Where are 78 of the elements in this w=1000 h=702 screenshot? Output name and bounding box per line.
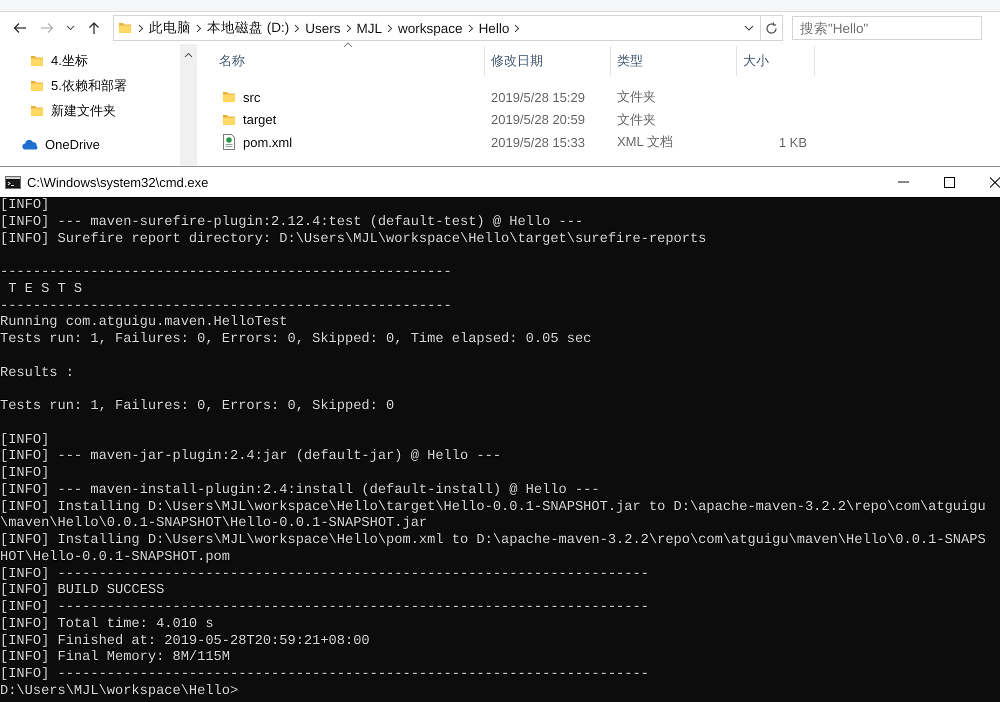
arrow-up-icon	[88, 21, 100, 35]
console-line: D:\Users\MJL\workspace\Hello>	[0, 684, 238, 699]
console-line: [INFO] Total time: 4.010 s	[0, 616, 214, 632]
file-type: 文件夹	[616, 110, 657, 129]
maximize-icon	[944, 176, 954, 188]
nav-item[interactable]: OneDrive	[45, 137, 100, 152]
file-type: XML 文档	[616, 133, 674, 152]
search-field[interactable]: 搜索"Hello"	[792, 16, 982, 40]
console-icon	[5, 176, 21, 188]
console-line: [INFO] Installing D:\Users\MJL\workspace\Hello\pom.xml to D:\apache-maven-3.2.2\repo\com\atguigu\maven\Hello\0.0.1-SNAPS	[0, 533, 986, 548]
column-header[interactable]: 名称	[213, 46, 485, 76]
breadcrumb[interactable]: Hello	[474, 20, 514, 36]
console-line: T E S T S	[7, 282, 82, 297]
console-line: [INFO] Surefire report directory: D:\Users\MJL\workspace\Hello\target\surefire-reports	[0, 232, 706, 246]
file-name[interactable]: pom.xml	[243, 134, 292, 150]
console-line: [INFO] BUILD SUCCESS	[0, 583, 164, 598]
folder-icon	[30, 54, 44, 68]
console-line: [INFO]	[0, 466, 50, 481]
console-line: -------------------------------------------------------	[0, 298, 452, 314]
console-line: [INFO] --- maven-install-plugin:2.4:install (default-install) @ Hello ---	[0, 482, 600, 498]
file-size: 1 KB	[778, 134, 808, 150]
chevron-icon	[346, 24, 352, 32]
breadcrumb[interactable]: 本地磁盘 (D:)	[202, 19, 294, 37]
console-line: [INFO] ------------------------------------------------------------------------	[0, 566, 649, 582]
folder-icon	[222, 112, 236, 127]
close-icon	[990, 176, 1000, 188]
caret-icon	[66, 25, 74, 31]
breadcrumb[interactable]: MJL	[352, 20, 388, 36]
window-title: C:\Windows\system32\cmd.exe	[27, 174, 210, 190]
xml-file-icon	[222, 134, 236, 150]
cloud-icon	[22, 139, 38, 150]
breadcrumb[interactable]: Users	[300, 20, 346, 36]
console-line: [INFO]	[0, 432, 50, 448]
file-name[interactable]: target	[243, 112, 276, 128]
chevron-icon	[138, 24, 144, 32]
console-line: \maven\Hello\0.0.1-SNAPSHOT\Hello-0.0.1-SNAPSHOT.jar	[0, 516, 428, 532]
nav-item[interactable]: 新建文件夹	[51, 102, 116, 120]
chevron-icon	[196, 24, 202, 32]
address-bar[interactable]: 此电脑 本地磁盘 (D:) Users MJL workspace Hello	[113, 15, 783, 41]
console-line: Results :	[0, 366, 74, 380]
console-line: [INFO] --- maven-surefire-plugin:2.12.4:test (default-test) @ Hello ---	[0, 214, 584, 230]
breadcrumb[interactable]: 此电脑	[144, 19, 196, 37]
chevron-icon	[468, 24, 474, 32]
console-line: Running com.atguigu.maven.HelloTest	[0, 315, 288, 330]
file-name[interactable]: src	[243, 90, 260, 105]
console-line: [INFO] Final Memory: 8M/115M	[0, 650, 230, 666]
arrow-right-icon	[40, 22, 54, 34]
console-line: [INFO] --- maven-jar-plugin:2.4:jar (default-jar) @ Hello ---	[0, 449, 502, 464]
console-line: Tests run: 1, Failures: 0, Errors: 0, Skipped: 0	[0, 399, 394, 414]
console-line: Tests run: 1, Failures: 0, Errors: 0, Skipped: 0, Time elapsed: 0.05 sec	[0, 332, 592, 347]
modified-date: 2019/5/28 20:59	[490, 112, 586, 128]
chevron-icon	[514, 24, 520, 32]
nav-item[interactable]: 4.坐标	[51, 52, 88, 70]
chevron-icon	[294, 24, 300, 32]
column-header[interactable]: 大小	[737, 46, 815, 76]
arrow-left-icon	[12, 22, 26, 34]
scroll-up-icon[interactable]	[184, 52, 193, 58]
console-line: [INFO] Finished at: 2019-05-28T20:59:21+08:00	[0, 634, 370, 648]
minimize-icon	[898, 181, 908, 183]
file-type: 文件夹	[616, 88, 657, 106]
folder-icon	[118, 21, 132, 35]
nav-item[interactable]: 5.依赖和部署	[51, 76, 127, 94]
refresh-icon	[765, 22, 778, 34]
console-line: HOT\Hello-0.0.1-SNAPSHOT.pom	[0, 550, 230, 565]
console-line: [INFO]	[0, 198, 50, 213]
console-line: [INFO] ------------------------------------------------------------------------	[0, 667, 649, 682]
console-line: [INFO] Installing D:\Users\MJL\workspace\Hello\target\Hello-0.0.1-SNAPSHOT.jar to D:\apache-maven-3.2.2\repo\com\atguigu	[0, 500, 986, 514]
column-header[interactable]: 类型	[611, 46, 737, 76]
chevron-icon	[387, 24, 394, 32]
folder-icon	[30, 78, 44, 92]
modified-date: 2019/5/28 15:33	[490, 134, 586, 150]
folder-icon	[30, 104, 44, 118]
column-header[interactable]: 修改日期	[485, 46, 611, 76]
folder-icon	[222, 90, 236, 104]
console-line: [INFO] ------------------------------------------------------------------------	[0, 600, 649, 615]
modified-date: 2019/5/28 15:29	[490, 90, 586, 105]
breadcrumb[interactable]: workspace	[393, 20, 468, 36]
console-line: -------------------------------------------------------	[0, 265, 452, 280]
